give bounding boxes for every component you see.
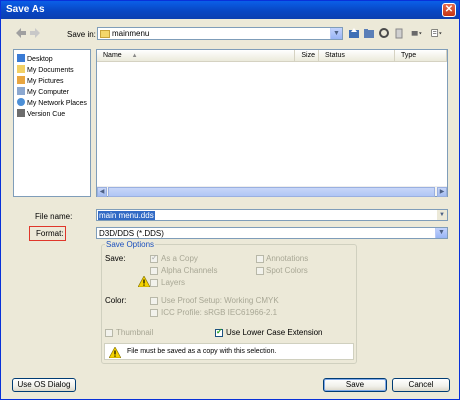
save-label: Save: <box>105 254 126 263</box>
copy-notice-box: File must be saved as a copy with this s… <box>104 343 354 360</box>
column-name[interactable]: Name ▲ <box>97 50 295 62</box>
format-label: Format: <box>36 229 64 238</box>
chevron-down-icon[interactable]: ▼ <box>435 228 447 238</box>
documents-icon <box>17 65 25 73</box>
annotations-label: Annotations <box>266 254 309 263</box>
place-label: My Computer <box>27 89 70 96</box>
warning-icon <box>109 347 121 358</box>
desktop-icon <box>17 54 25 62</box>
scroll-right-icon[interactable]: ▶ <box>437 187 447 197</box>
use-lower-case-extension-label: Use Lower Case Extension <box>226 328 323 337</box>
annotations-checkbox[interactable] <box>256 255 264 263</box>
window-title: Save As <box>6 4 45 15</box>
version-cue-icon <box>17 109 25 117</box>
save-options-title: Save Options <box>105 240 156 249</box>
column-name-label: Name <box>103 52 122 59</box>
spot-colors-checkbox[interactable] <box>256 267 264 275</box>
column-size[interactable]: Size <box>295 50 319 62</box>
place-label: Desktop <box>27 56 53 63</box>
layers-label: Layers <box>161 278 186 287</box>
place-label: Version Cue <box>27 111 66 118</box>
alpha-channels-checkbox[interactable] <box>150 267 158 275</box>
format-value: D3D/DDS (*.DDS) <box>99 229 164 238</box>
save-in-combo[interactable]: mainmenu ▼ <box>97 27 343 40</box>
scroll-left-icon[interactable]: ◀ <box>97 187 107 197</box>
alpha-channels-label: Alpha Channels <box>161 266 218 275</box>
back-icon[interactable] <box>15 27 27 39</box>
column-status[interactable]: Status <box>319 50 395 62</box>
as-a-copy-label: As a Copy <box>161 254 198 263</box>
forward-icon[interactable] <box>29 27 41 39</box>
save-as-dialog: Save As ✕ Save in: mainmenu ▼ Desktop My… <box>0 0 460 400</box>
use-proof-setup-checkbox[interactable] <box>150 297 158 305</box>
place-my-network-places[interactable]: My Network Places <box>17 98 87 108</box>
column-type[interactable]: Type <box>395 50 447 62</box>
use-proof-setup-label: Use Proof Setup: Working CMYK <box>161 296 279 305</box>
use-os-dialog-button[interactable]: Use OS Dialog <box>12 378 76 392</box>
save-in-value: mainmenu <box>112 29 150 38</box>
place-label: My Documents <box>27 67 74 74</box>
warning-icon <box>138 276 150 287</box>
scroll-thumb[interactable] <box>108 187 435 197</box>
new-folder-icon[interactable] <box>363 27 375 39</box>
use-lower-case-extension-checkbox[interactable] <box>215 327 223 337</box>
delete-icon[interactable] <box>393 27 405 39</box>
pictures-icon <box>17 76 25 84</box>
file-list[interactable]: Name ▲ Size Status Type ◀ ▶ <box>96 49 448 197</box>
color-label: Color: <box>105 296 127 305</box>
file-name-value: main menu.dds <box>98 211 155 220</box>
file-name-field[interactable]: main menu.dds ▼ <box>96 209 448 221</box>
place-label: My Network Places <box>27 100 87 107</box>
view-menu-icon[interactable] <box>411 27 423 39</box>
network-icon <box>17 98 25 106</box>
save-button[interactable]: Save <box>323 378 387 392</box>
cancel-button[interactable]: Cancel <box>392 378 450 392</box>
sort-ascending-icon: ▲ <box>131 53 138 59</box>
icc-profile-checkbox[interactable] <box>150 309 158 317</box>
copy-notice-text: File must be saved as a copy with this s… <box>127 348 277 355</box>
thumbnail-label: Thumbnail <box>116 328 154 337</box>
computer-icon <box>17 87 25 95</box>
close-button[interactable]: ✕ <box>442 3 456 17</box>
title-bar[interactable]: Save As ✕ <box>1 1 459 19</box>
place-version-cue[interactable]: Version Cue <box>17 109 65 119</box>
place-label: My Pictures <box>27 78 64 85</box>
save-in-label: Save in: <box>67 30 96 39</box>
place-my-documents[interactable]: My Documents <box>17 65 74 75</box>
tools-menu-icon[interactable] <box>431 27 443 39</box>
as-a-copy-checkbox[interactable] <box>150 253 158 263</box>
horizontal-scrollbar[interactable]: ◀ ▶ <box>97 186 447 197</box>
format-combo[interactable]: D3D/DDS (*.DDS) ▼ <box>96 227 448 239</box>
folder-icon <box>100 30 110 38</box>
place-my-pictures[interactable]: My Pictures <box>17 76 64 86</box>
layers-checkbox[interactable] <box>150 279 158 287</box>
spot-colors-label: Spot Colors <box>266 266 308 275</box>
place-desktop[interactable]: Desktop <box>17 54 53 64</box>
icc-profile-label: ICC Profile: sRGB IEC61966-2.1 <box>161 308 278 317</box>
up-folder-icon[interactable] <box>348 27 360 39</box>
thumbnail-checkbox[interactable] <box>105 329 113 337</box>
places-bar: Desktop My Documents My Pictures My Comp… <box>13 49 91 197</box>
refresh-icon[interactable] <box>378 27 390 39</box>
file-name-label: File name: <box>35 212 73 221</box>
place-my-computer[interactable]: My Computer <box>17 87 69 97</box>
chevron-down-icon[interactable]: ▼ <box>437 210 447 220</box>
chevron-down-icon[interactable]: ▼ <box>330 28 342 39</box>
